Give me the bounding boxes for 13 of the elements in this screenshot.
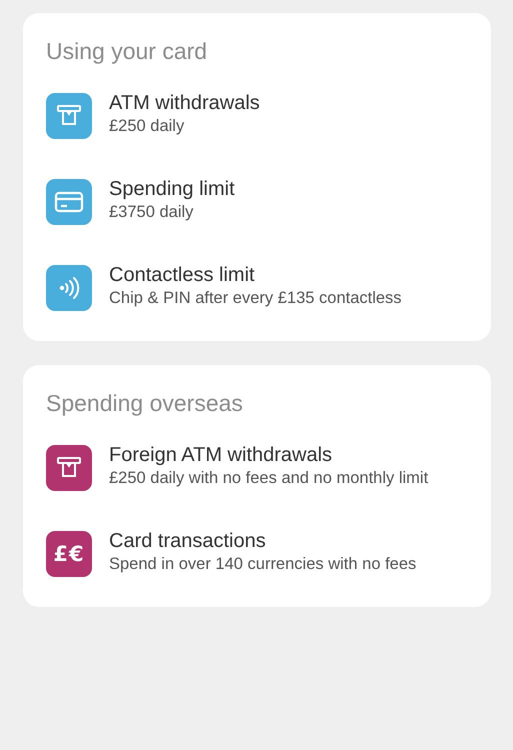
item-title: Contactless limit xyxy=(109,263,256,287)
item-detail: £250 daily xyxy=(109,116,186,137)
item-detail: Chip & PIN after every £135 contactless xyxy=(109,288,402,309)
item-title: Foreign ATM withdrawals xyxy=(109,443,334,467)
currency-icon: £€ xyxy=(46,531,92,577)
item-detail: Spend in over 140 currencies with no fees xyxy=(109,554,416,575)
item-title: ATM withdrawals xyxy=(109,91,260,115)
item-detail: £3750 daily xyxy=(109,202,194,223)
item-detail: £250 daily with no fees and no monthly limit xyxy=(109,468,428,489)
item-title: Card transactions xyxy=(109,529,267,553)
item-title: Spending limit xyxy=(109,177,235,201)
section-title: Using your card xyxy=(46,37,208,65)
section-title: Spending overseas xyxy=(46,389,244,417)
